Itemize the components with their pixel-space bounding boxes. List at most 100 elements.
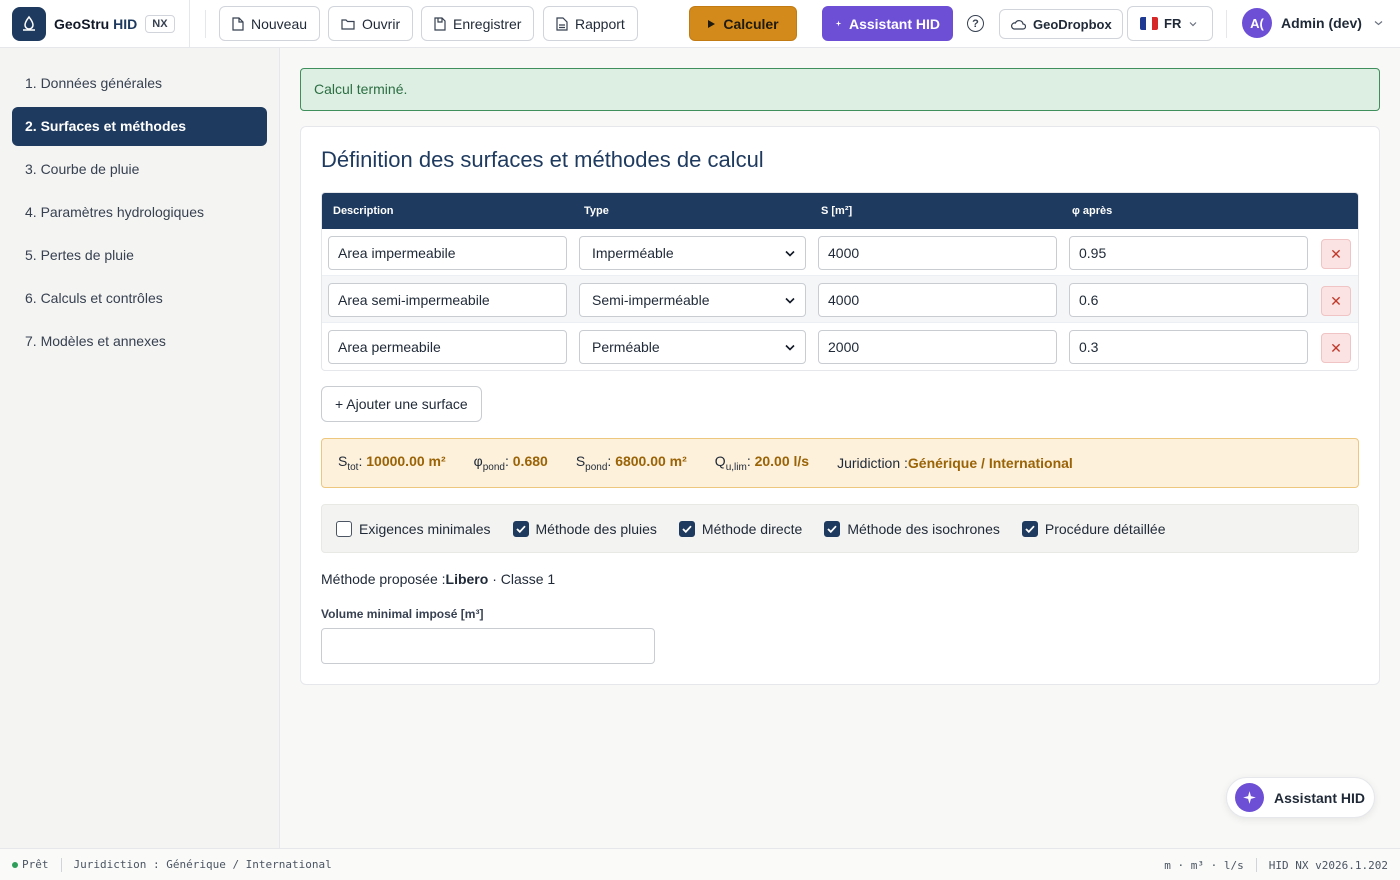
phi-input[interactable]: 0.6	[1069, 283, 1308, 317]
sidebar-item-calculations[interactable]: 6. Calculs et contrôles	[12, 279, 267, 318]
proposed-method-class: · Classe 1	[488, 571, 556, 587]
sidebar-item-models-annexes[interactable]: 7. Modèles et annexes	[12, 322, 267, 361]
checkbox-checked[interactable]	[1021, 520, 1038, 537]
methods-panel: Exigences minimales Méthode des pluies M…	[321, 504, 1359, 553]
summary-label: S	[575, 453, 586, 470]
sidebar-item-surfaces-methods[interactable]: 2. Surfaces et méthodes	[12, 107, 267, 146]
new-button-label: Nouveau	[251, 15, 308, 32]
phi-input[interactable]: 0.95	[1069, 236, 1308, 270]
summary-label: Juridiction :	[837, 455, 908, 471]
report-button[interactable]: Rapport	[543, 6, 638, 41]
chevron-down-icon	[785, 250, 795, 257]
summary-label: S	[338, 453, 348, 470]
summary-subscript: pond	[585, 461, 608, 473]
sidebar-item-hydrologic-params[interactable]: 4. Paramètres hydrologiques	[12, 193, 267, 232]
type-select[interactable]: Perméable	[579, 330, 806, 364]
method-checkbox-minimum-requirements[interactable]: Exigences minimales	[336, 520, 491, 537]
checkbox-checked[interactable]	[678, 520, 695, 537]
page-title: Définition des surfaces et méthodes de c…	[321, 147, 764, 172]
brand: GeoStru HID NX	[0, 0, 190, 48]
app-name-text: GeoStru	[54, 15, 110, 32]
type-select-value: Imperméable	[592, 245, 674, 261]
add-surface-button[interactable]: + Ajouter une surface	[321, 386, 482, 422]
area-input[interactable]: 2000	[818, 330, 1057, 364]
table-row: Area impermeabile Imperméable 4000 0.95 …	[322, 229, 1358, 276]
geodropbox-button[interactable]: GeoDropbox	[999, 9, 1123, 39]
summary-weighted-phi: φpond: 0.680	[473, 453, 548, 473]
app-badge: NX	[145, 14, 175, 33]
delete-row-button[interactable]: ✕	[1321, 333, 1351, 363]
status-units: m · m³ · l/s	[1164, 858, 1244, 872]
checkbox-label: Méthode des pluies	[535, 520, 657, 537]
user-menu[interactable]: A( Admin (dev)	[1242, 8, 1383, 38]
method-checkbox-direct[interactable]: Méthode directe	[678, 520, 803, 537]
checkbox-checked[interactable]	[824, 520, 841, 537]
proposed-method-label: Méthode proposée :	[321, 571, 446, 587]
description-input[interactable]: Area semi-impermeabile	[328, 283, 567, 317]
column-header-type: Type	[584, 205, 609, 217]
assistant-button[interactable]: Assistant HID	[822, 6, 953, 41]
france-flag-icon	[1140, 17, 1158, 30]
summary-total-area: Stot: 10000.00 m²	[338, 453, 446, 473]
type-select[interactable]: Semi-imperméable	[579, 283, 806, 317]
save-button[interactable]: Enregistrer	[421, 6, 535, 41]
table-row: Area permeabile Perméable 2000 0.3 ✕	[322, 323, 1358, 370]
chevron-down-icon	[785, 297, 795, 304]
summary-label: Q	[714, 453, 726, 470]
area-input[interactable]: 4000	[818, 236, 1057, 270]
language-select[interactable]: FR	[1127, 6, 1213, 41]
open-button-label: Ouvrir	[362, 15, 401, 32]
volume-label: Volume minimal imposé [m³]	[321, 607, 484, 621]
new-button[interactable]: Nouveau	[219, 6, 321, 41]
play-icon	[708, 19, 716, 28]
top-bar: GeoStru HID NX Nouveau Ouvrir Enregistre…	[0, 0, 1400, 48]
status-divider	[1255, 858, 1257, 872]
avatar: A(	[1242, 8, 1272, 38]
checkbox-label: Méthode des isochrones	[847, 520, 1000, 537]
delete-row-button[interactable]: ✕	[1321, 239, 1351, 269]
column-header-description: Description	[333, 205, 394, 217]
chevron-down-icon	[1189, 21, 1197, 26]
summary-value: 6800.00 m²	[615, 453, 687, 470]
checkbox-unchecked[interactable]	[336, 520, 352, 537]
app-name: GeoStru HID	[54, 16, 137, 32]
open-button[interactable]: Ouvrir	[328, 6, 414, 41]
type-select[interactable]: Imperméable	[579, 236, 806, 270]
check-icon	[682, 525, 692, 533]
proposed-method: Méthode proposée :Libero · Classe 1	[321, 571, 555, 587]
geodropbox-label: GeoDropbox	[1033, 16, 1112, 32]
table-header: Description Type S [m²] φ après	[322, 193, 1358, 229]
sidebar-item-rain-losses[interactable]: 5. Pertes de pluie	[12, 236, 267, 275]
method-checkbox-rain[interactable]: Méthode des pluies	[512, 520, 657, 537]
column-header-area: S [m²]	[821, 205, 853, 217]
summary-value: 10000.00 m²	[366, 453, 446, 470]
success-alert: Calcul terminé.	[300, 68, 1380, 111]
sidebar-item-general-data[interactable]: 1. Données générales	[12, 64, 267, 103]
surfaces-table: Description Type S [m²] φ après Area imp…	[321, 192, 1359, 371]
description-input[interactable]: Area permeabile	[328, 330, 567, 364]
assistant-fab[interactable]: Assistant HID	[1226, 777, 1375, 818]
status-right: m · m³ · l/s HID NX v2026.1.202	[1164, 858, 1388, 872]
help-icon[interactable]: ?	[967, 15, 984, 32]
summary-value: Générique / International	[907, 455, 1073, 471]
checkbox-label: Exigences minimales	[359, 520, 491, 537]
sparkle-icon	[1235, 783, 1264, 812]
volume-input[interactable]	[321, 628, 655, 664]
summary-weighted-area: Spond: 6800.00 m²	[575, 453, 687, 473]
delete-row-button[interactable]: ✕	[1321, 286, 1351, 316]
method-checkbox-detailed[interactable]: Procédure détaillée	[1021, 520, 1166, 537]
checkbox-checked[interactable]	[512, 520, 529, 537]
checkbox-label: Méthode directe	[701, 520, 803, 537]
calculate-button[interactable]: Calculer	[689, 6, 797, 41]
sidebar-item-rain-curve[interactable]: 3. Courbe de pluie	[12, 150, 267, 189]
folder-icon	[341, 18, 355, 30]
description-input[interactable]: Area impermeabile	[328, 236, 567, 270]
status-divider	[60, 857, 62, 872]
column-header-phi: φ après	[1072, 205, 1113, 217]
method-checkbox-isochrones[interactable]: Méthode des isochrones	[824, 520, 1000, 537]
checkbox-label: Procédure détaillée	[1044, 520, 1166, 537]
phi-input[interactable]: 0.3	[1069, 330, 1308, 364]
area-input[interactable]: 4000	[818, 283, 1057, 317]
check-icon	[827, 525, 837, 533]
sidebar: 1. Données générales 2. Surfaces et méth…	[0, 48, 280, 848]
